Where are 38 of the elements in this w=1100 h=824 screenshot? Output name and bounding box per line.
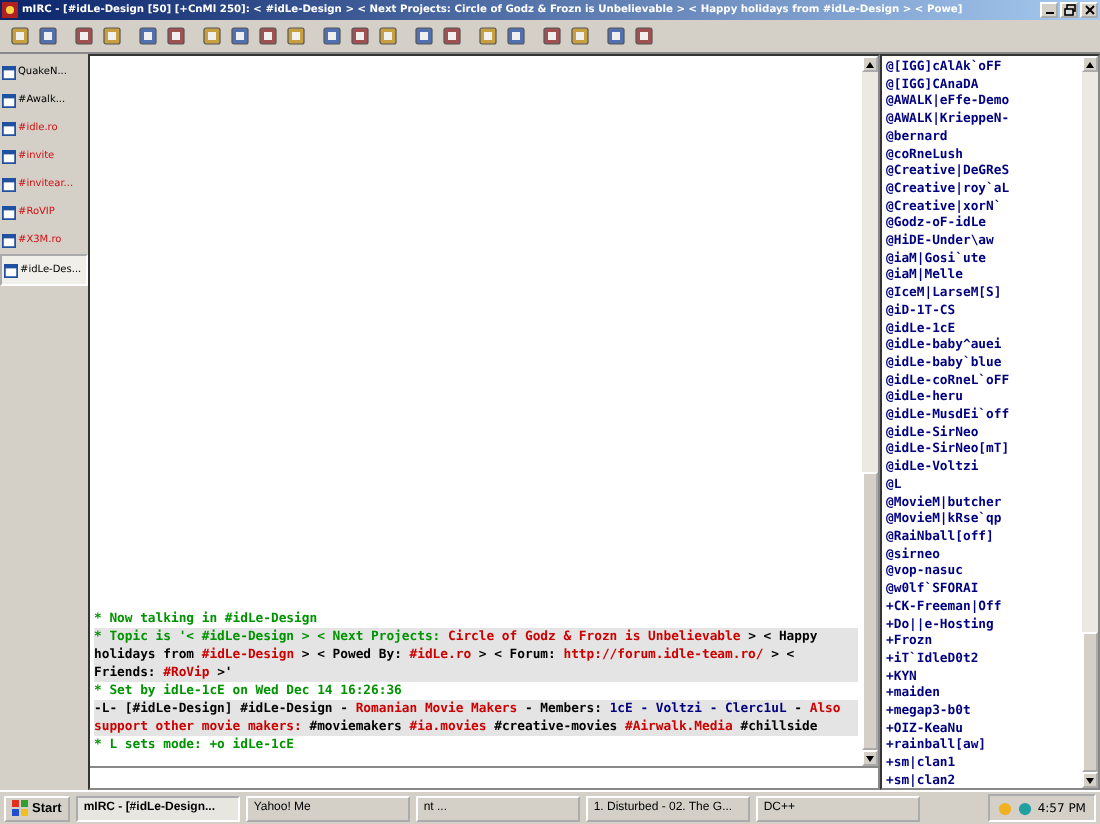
minimize-button[interactable] [1040,2,1058,18]
toolbar-button[interactable] [540,24,564,48]
window-icon [2,177,16,191]
toolbar-button[interactable] [376,24,400,48]
toolbar-button[interactable] [412,24,436,48]
toolbar-button[interactable] [100,24,124,48]
close-icon [1083,4,1095,16]
toolbar-button[interactable] [320,24,344,48]
app-icon [2,2,18,18]
toolbar-button[interactable] [36,24,60,48]
toolbar-button[interactable] [568,24,592,48]
restore-icon [1063,4,1075,16]
scrollbar[interactable] [862,56,878,766]
windows-logo-icon [12,800,28,816]
scrollbar[interactable] [1082,56,1098,788]
toolbar-button[interactable] [632,24,656,48]
toolbar-button[interactable] [476,24,500,48]
window-icon [2,65,16,79]
toolbar-button[interactable] [164,24,188,48]
window-icon [2,149,16,163]
toolbar-button[interactable] [348,24,372,48]
toolbar-button[interactable] [136,24,160,48]
toolbar-button[interactable] [256,24,280,48]
window-icon [2,93,16,107]
window-icon [2,121,16,135]
toolbar-button[interactable] [284,24,308,48]
window-icon [2,205,16,219]
window-icon [2,233,16,247]
toolbar-button[interactable] [440,24,464,48]
toolbar-button[interactable] [604,24,628,48]
close-button[interactable] [1080,2,1098,18]
toolbar-button[interactable] [504,24,528,48]
toolbar-button[interactable] [200,24,224,48]
restore-button[interactable] [1060,2,1078,18]
toolbar-button[interactable] [228,24,252,48]
toolbar-button[interactable] [8,24,32,48]
window-icon [4,263,18,277]
toolbar-button[interactable] [72,24,96,48]
